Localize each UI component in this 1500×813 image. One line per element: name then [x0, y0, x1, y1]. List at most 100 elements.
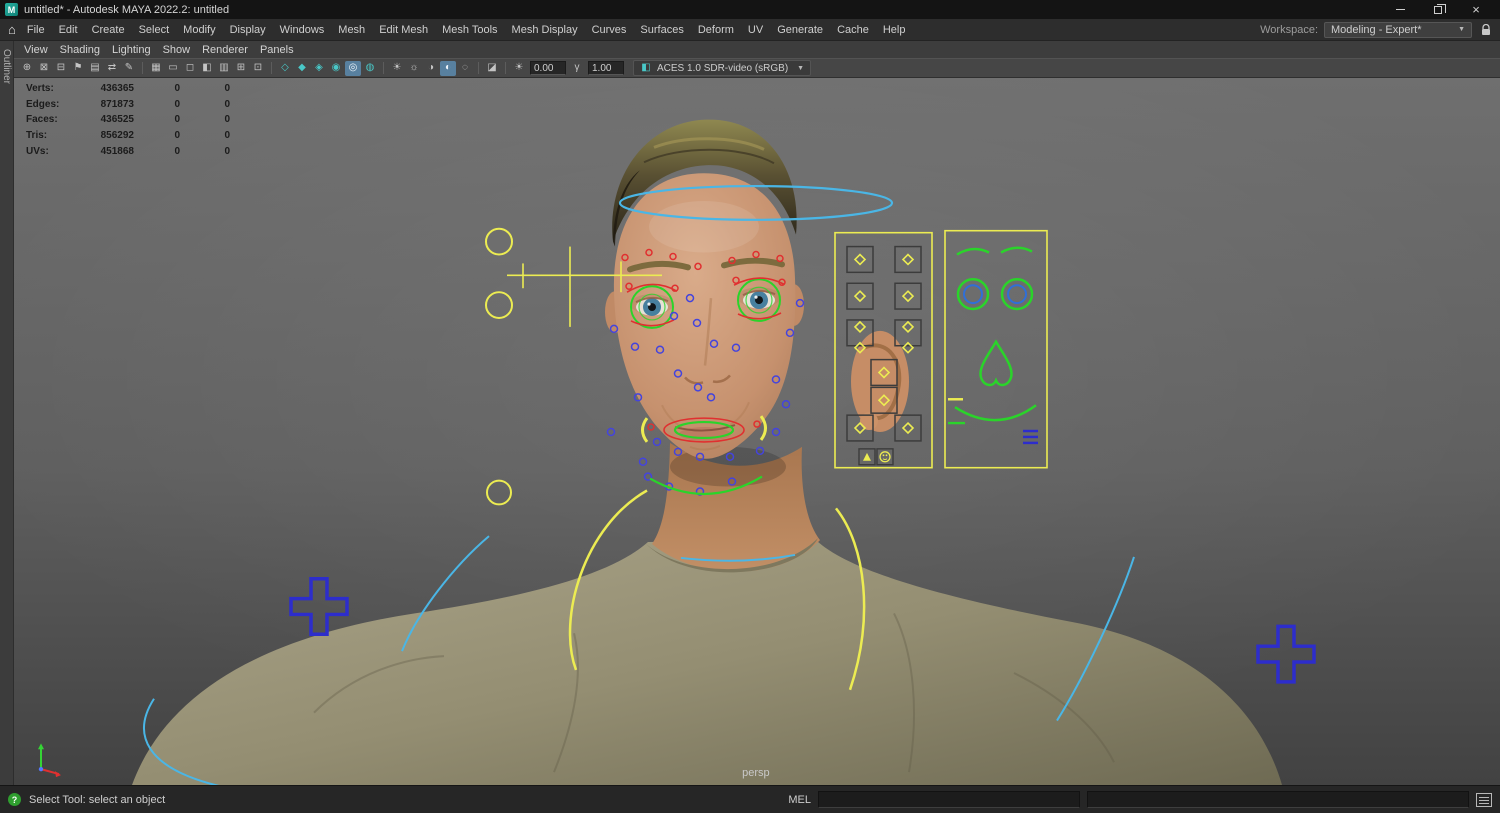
hud-selected: 0 [174, 83, 180, 94]
menu-edit[interactable]: Edit [52, 21, 85, 39]
film-gate-icon[interactable]: ▭ [165, 61, 181, 76]
toolbar-separator [383, 62, 384, 74]
panel-menu-renderer[interactable]: Renderer [202, 44, 257, 56]
isolate-select-icon[interactable]: ◪ [484, 61, 500, 76]
gamma-input[interactable] [588, 61, 624, 75]
hud-other: 0 [224, 83, 230, 94]
panel-menu-show[interactable]: Show [163, 44, 200, 56]
hud-label: Tris: [26, 130, 48, 142]
menu-mesh-display[interactable]: Mesh Display [505, 21, 585, 39]
toolbar-separator [142, 62, 143, 74]
minimize-button[interactable] [1381, 0, 1419, 19]
viewport-canvas[interactable] [14, 78, 1500, 785]
menu-cache[interactable]: Cache [830, 21, 876, 39]
gamma-icon[interactable]: γ [569, 61, 585, 76]
close-button[interactable]: × [1457, 0, 1495, 19]
menu-edit-mesh[interactable]: Edit Mesh [372, 21, 435, 39]
window-title: untitled* - Autodesk MAYA 2022.2: untitl… [24, 3, 230, 16]
restore-button[interactable] [1419, 0, 1457, 19]
camera-attributes-icon[interactable]: ⊟ [53, 61, 69, 76]
menu-uv[interactable]: UV [741, 21, 770, 39]
use-default-lighting-icon[interactable]: ☀ [389, 61, 405, 76]
menu-deform[interactable]: Deform [691, 21, 741, 39]
panel-menu-panels[interactable]: Panels [260, 44, 303, 56]
chevron-down-icon: ▼ [1458, 26, 1465, 33]
menu-file[interactable]: File [20, 21, 52, 39]
title-bar: M untitled* - Autodesk MAYA 2022.2: unti… [0, 0, 1500, 19]
shaded-icon[interactable]: ◆ [294, 61, 310, 76]
maya-window: M untitled* - Autodesk MAYA 2022.2: unti… [0, 0, 1500, 813]
panel-menu-lighting[interactable]: Lighting [112, 44, 160, 56]
menu-curves[interactable]: Curves [585, 21, 634, 39]
panel-toolbar: ⊕ ⊠ ⊟ ⚑ ▤ ⇄ ✎ ▦ ▭ ◻ ◧ ▥ ⊞ ⊡ ◇ ◆ ◈ ◉ ◎ ◍ … [14, 58, 1500, 78]
menu-generate[interactable]: Generate [770, 21, 830, 39]
lock-camera-icon[interactable]: ⊠ [36, 61, 52, 76]
exposure-input[interactable] [530, 61, 566, 75]
menu-create[interactable]: Create [85, 21, 132, 39]
viewport[interactable]: Verts: 436365 0 0 Edges: 871873 0 0 Face… [14, 78, 1500, 785]
gate-mask-icon[interactable]: ◧ [199, 61, 215, 76]
view-transform-icon: ◧ [641, 62, 651, 73]
minimize-icon [1395, 9, 1405, 10]
screen-space-ao-icon[interactable]: ◐ [440, 60, 456, 76]
wireframe-icon[interactable]: ◇ [277, 61, 293, 76]
menu-display[interactable]: Display [223, 21, 273, 39]
heads-up-display: Verts: 436365 0 0 Edges: 871873 0 0 Face… [26, 81, 230, 160]
select-camera-icon[interactable]: ⊕ [19, 61, 35, 76]
two-d-pan-zoom-icon[interactable]: ⇄ [104, 61, 120, 76]
hud-selected: 0 [174, 130, 180, 142]
menu-modify[interactable]: Modify [176, 21, 222, 39]
hud-row-verts: Verts: 436365 0 0 [26, 81, 230, 97]
xray-icon[interactable]: ◎ [345, 60, 361, 76]
safe-action-icon[interactable]: ⊞ [233, 61, 249, 76]
menu-mesh[interactable]: Mesh [331, 21, 372, 39]
use-all-lights-icon[interactable]: ☼ [406, 61, 422, 76]
hud-other: 0 [224, 98, 230, 110]
hud-selected: 0 [174, 145, 180, 157]
panel-menu-bar: View Shading Lighting Show Renderer Pane… [14, 41, 1500, 58]
grease-pencil-icon[interactable]: ✎ [121, 61, 137, 76]
menu-surfaces[interactable]: Surfaces [633, 21, 690, 39]
menu-windows[interactable]: Windows [273, 21, 332, 39]
workspace-dropdown[interactable]: Modeling - Expert* ▼ [1324, 21, 1472, 38]
workspace-area: Workspace: Modeling - Expert* ▼ [1260, 21, 1494, 38]
field-chart-icon[interactable]: ▥ [216, 61, 232, 76]
toolbar-separator [271, 62, 272, 74]
panel-main: View Shading Lighting Show Renderer Pane… [14, 41, 1500, 785]
menu-help[interactable]: Help [876, 21, 913, 39]
shadows-icon[interactable]: ◑ [423, 61, 439, 76]
default-material-icon[interactable]: ◍ [362, 61, 378, 76]
hud-label: Verts: [26, 83, 54, 94]
hud-other: 0 [224, 130, 230, 142]
script-editor-icon[interactable] [1476, 792, 1492, 807]
hud-value: 451868 [100, 145, 134, 157]
motion-blur-icon[interactable]: ◌ [457, 61, 473, 76]
resolution-gate-icon[interactable]: ◻ [182, 61, 198, 76]
hud-value: 436365 [100, 83, 134, 94]
textured-icon[interactable]: ◈ [311, 61, 327, 76]
outliner-tab[interactable]: Outliner [1, 41, 12, 92]
view-transform-dropdown[interactable]: ◧ ACES 1.0 SDR-video (sRGB) ▼ [633, 60, 811, 76]
help-icon[interactable]: ? [8, 793, 21, 806]
exposure-icon[interactable]: ☀ [511, 61, 527, 76]
image-plane-icon[interactable]: ▤ [87, 61, 103, 76]
panel-menu-shading[interactable]: Shading [60, 44, 109, 56]
mel-language-toggle[interactable]: MEL [788, 794, 811, 806]
command-result-field[interactable] [1087, 791, 1469, 808]
menu-mesh-tools[interactable]: Mesh Tools [435, 21, 504, 39]
hud-row-uvs: UVs: 451868 0 0 [26, 144, 230, 160]
lock-icon[interactable] [1481, 23, 1491, 36]
bookmarks-icon[interactable]: ⚑ [70, 61, 86, 76]
wireframe-on-shaded-icon[interactable]: ◉ [328, 61, 344, 76]
command-line-area: MEL [788, 791, 1492, 808]
panel-menu-view[interactable]: View [24, 44, 57, 56]
maya-app-icon: M [5, 3, 18, 16]
safe-title-icon[interactable]: ⊡ [250, 61, 266, 76]
menu-select[interactable]: Select [132, 21, 177, 39]
grid-icon[interactable]: ▦ [148, 61, 164, 76]
camera-label: persp [742, 767, 770, 779]
home-icon[interactable]: ⌂ [8, 22, 16, 37]
mel-command-input[interactable] [818, 791, 1080, 808]
hud-row-edges: Edges: 871873 0 0 [26, 97, 230, 113]
hud-other: 0 [224, 114, 230, 126]
